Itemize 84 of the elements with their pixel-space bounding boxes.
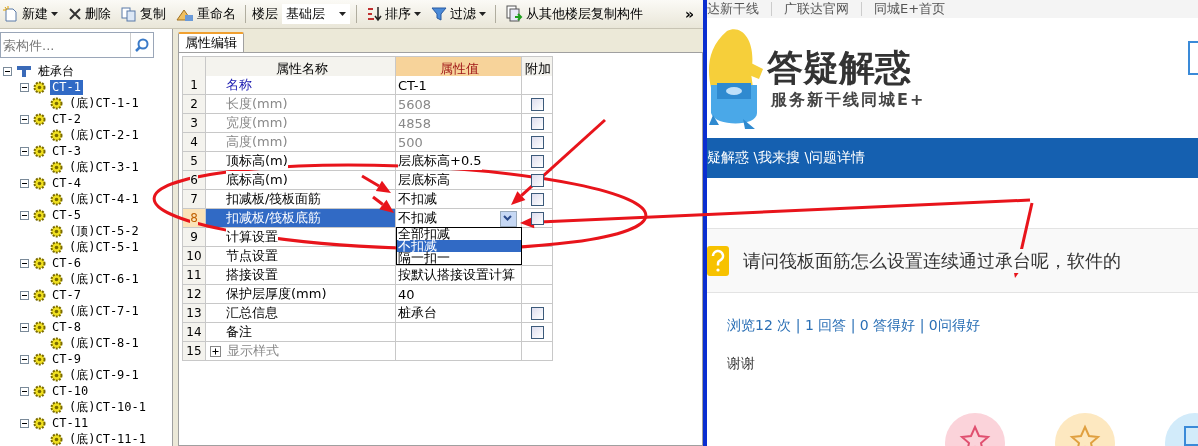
toolbar-button[interactable]: 删除 xyxy=(65,3,114,25)
site-subtitle: 服务新干线同城E+ xyxy=(771,89,926,111)
tree-item[interactable]: 桩承台 xyxy=(36,63,76,79)
row-number: 9 xyxy=(183,228,206,247)
tree-item[interactable]: (底)CT-4-1 xyxy=(67,191,141,207)
tree-item[interactable]: CT-9 xyxy=(50,351,83,367)
row-number: 3 xyxy=(183,114,206,133)
toolbar-button[interactable]: 排序 xyxy=(363,3,424,25)
tree-item[interactable]: CT-11 xyxy=(50,415,91,431)
breadcrumb: 疑解惑 \我来搜 \问题详情 xyxy=(707,149,866,167)
row-number: 4 xyxy=(183,133,206,152)
row-number: 7 xyxy=(183,190,206,209)
tree-item[interactable]: (底)CT-11-1 xyxy=(67,431,149,446)
property-value[interactable]: 不扣减 xyxy=(396,190,522,209)
toolbar-button[interactable]: 重命名 xyxy=(173,3,239,25)
property-value[interactable]: 按默认搭接设置计算 xyxy=(396,266,522,285)
property-name[interactable]: 保护层厚度(mm) xyxy=(206,285,396,304)
overflow-button[interactable]: » xyxy=(681,3,697,25)
row-number: 10 xyxy=(183,247,206,266)
row-number: 5 xyxy=(183,152,206,171)
property-name[interactable]: 底标高(m) xyxy=(206,171,396,190)
tree-item[interactable]: CT-1 xyxy=(50,79,83,95)
tree-item[interactable]: (底)CT-5-1 xyxy=(67,239,141,255)
row-number: 12 xyxy=(183,285,206,304)
property-name[interactable]: 节点设置 xyxy=(206,247,396,266)
property-value[interactable]: 5608 xyxy=(396,95,522,114)
tree-item[interactable]: (底)CT-6-1 xyxy=(67,271,141,287)
question-stats: 浏览12 次 | 1 回答 | 0 答得好 | 0问得好 xyxy=(727,316,981,335)
site-title: 答疑解惑 xyxy=(767,45,912,90)
dropdown-option[interactable]: 不扣减 xyxy=(397,240,521,252)
tree-item[interactable]: CT-5 xyxy=(50,207,83,223)
tree-item[interactable]: CT-6 xyxy=(50,255,83,271)
property-name[interactable]: 汇总信息 xyxy=(206,304,396,323)
search-field[interactable]: 索构件... xyxy=(0,32,154,58)
tree-item[interactable]: CT-2 xyxy=(50,111,83,127)
toolbar-button[interactable]: 复制 xyxy=(118,3,169,25)
property-value[interactable]: CT-1 xyxy=(396,76,522,95)
tree-item[interactable]: (底)CT-1-1 xyxy=(67,95,141,111)
tree-item[interactable]: (底)CT-3-1 xyxy=(67,159,141,175)
tree-item[interactable]: (底)CT-10-1 xyxy=(67,399,149,415)
property-value[interactable]: 层底标高+0.5 xyxy=(396,152,522,171)
property-name[interactable]: 扣减板/筏板底筋 xyxy=(206,209,396,228)
property-name[interactable]: 名称 xyxy=(206,76,396,95)
tree-item[interactable]: CT-10 xyxy=(50,383,91,399)
property-value[interactable]: 500 xyxy=(396,133,522,152)
tree-item[interactable]: (底)CT-7-1 xyxy=(67,303,141,319)
toolbar-button[interactable]: 从其他楼层复制构件 xyxy=(502,3,646,25)
row-number: 11 xyxy=(183,266,206,285)
question-title: 请问筏板面筋怎么设置连续通过承台呢，软件的 xyxy=(743,248,1121,273)
tree-item[interactable]: (底)CT-8-1 xyxy=(67,335,141,351)
property-value[interactable]: 层底标高 xyxy=(396,171,522,190)
property-name[interactable]: 备注 xyxy=(206,323,396,342)
row-number: 2 xyxy=(183,95,206,114)
tree-item[interactable]: (顶)CT-5-2 xyxy=(67,223,141,239)
property-name[interactable]: 显示样式 xyxy=(206,342,396,361)
floor-label: 楼层 xyxy=(252,5,278,23)
property-name[interactable]: 宽度(mm) xyxy=(206,114,396,133)
property-name[interactable]: 搭接设置 xyxy=(206,266,396,285)
property-name[interactable]: 长度(mm) xyxy=(206,95,396,114)
property-value[interactable]: 4858 xyxy=(396,114,522,133)
property-name[interactable]: 高度(mm) xyxy=(206,133,396,152)
top-link[interactable]: 同城E+首页 xyxy=(874,0,946,18)
property-value[interactable]: 40 xyxy=(396,285,522,304)
tree-item[interactable]: (底)CT-2-1 xyxy=(67,127,141,143)
row-number: 13 xyxy=(183,304,206,323)
property-value[interactable]: 桩承台 xyxy=(396,304,522,323)
row-number: 15 xyxy=(183,342,206,361)
question-body: 谢谢 xyxy=(727,354,756,373)
dropdown-option[interactable]: 隔一扣一 xyxy=(397,252,521,264)
row-number: 14 xyxy=(183,323,206,342)
dropdown-option[interactable]: 全部扣减 xyxy=(397,228,521,240)
top-link[interactable]: 达新干线 xyxy=(707,0,759,18)
tree-item[interactable]: CT-8 xyxy=(50,319,83,335)
property-name[interactable]: 扣减板/筏板面筋 xyxy=(206,190,396,209)
toolbar-button[interactable]: 新建 xyxy=(0,3,61,25)
tab[interactable]: 属性编辑 xyxy=(178,32,244,52)
tree-item[interactable]: CT-7 xyxy=(50,287,83,303)
tree-item[interactable]: CT-3 xyxy=(50,143,83,159)
tree-item[interactable]: CT-4 xyxy=(50,175,83,191)
floor-dropdown[interactable]: 基础层 xyxy=(282,4,350,24)
toolbar-button[interactable]: 过滤 xyxy=(428,3,489,25)
property-name[interactable]: 计算设置 xyxy=(206,228,396,247)
top-link[interactable]: 广联达官网 xyxy=(784,0,849,18)
tree-item[interactable]: (底)CT-9-1 xyxy=(67,367,141,383)
